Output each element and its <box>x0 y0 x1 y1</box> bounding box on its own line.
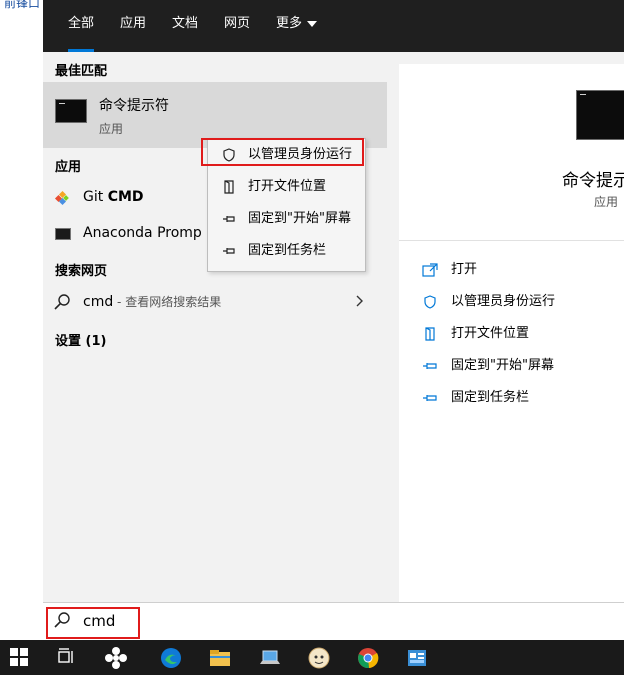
search-icon <box>53 611 71 629</box>
search-icon <box>53 293 71 311</box>
section-best-match: 最佳匹配 <box>55 64 108 79</box>
search-input[interactable]: cmd <box>83 612 115 630</box>
search-bar: cmd <box>43 602 624 640</box>
best-match-title: 命令提示符 <box>99 98 169 114</box>
section-settings[interactable]: 设置 (1) <box>55 330 106 349</box>
tab-documents[interactable]: 文档 <box>172 0 198 52</box>
context-pin-to-taskbar[interactable]: 固定到任务栏 <box>208 237 365 265</box>
background-window-text: 前锋口 <box>4 0 41 10</box>
fan-app-icon[interactable] <box>105 647 127 669</box>
preview-divider <box>399 240 624 241</box>
folder-open-icon <box>422 327 438 341</box>
tab-all[interactable]: 全部 <box>68 0 95 52</box>
chrome-icon[interactable] <box>357 647 379 669</box>
preview-action-run-as-admin-label: 以管理员身份运行 <box>451 294 556 309</box>
tab-apps[interactable]: 应用 <box>120 0 146 52</box>
file-explorer-icon[interactable] <box>209 647 231 669</box>
laptop-app-icon[interactable] <box>259 647 281 669</box>
web-search-item[interactable]: cmd - 查看网络搜索结果 <box>43 288 387 316</box>
pin-icon <box>422 391 438 405</box>
command-prompt-icon <box>55 99 87 123</box>
app-label-git-cmd-bold: CMD <box>107 189 144 205</box>
pin-icon <box>222 212 236 226</box>
app-label-git-cmd: Git CMD <box>83 189 144 205</box>
tab-more-label: 更多 <box>276 16 303 31</box>
pin-icon <box>222 244 236 258</box>
tab-documents-label: 文档 <box>172 16 199 31</box>
best-match-subtitle: 应用 <box>99 122 124 136</box>
folder-open-icon <box>222 180 236 194</box>
app-label-git-cmd-prefix: Git <box>83 189 108 205</box>
tab-more[interactable]: 更多 <box>276 0 318 52</box>
context-pin-to-start-label: 固定到"开始"屏幕 <box>248 211 351 226</box>
section-apps: 应用 <box>55 160 82 175</box>
section-web-search: 搜索网页 <box>55 264 108 279</box>
preview-subtitle: 应用 <box>594 195 619 209</box>
chevron-down-icon <box>307 20 318 27</box>
control-panel-icon[interactable] <box>406 647 428 669</box>
preview-action-pin-to-start-label: 固定到"开始"屏幕 <box>451 358 554 373</box>
context-run-as-admin[interactable]: 以管理员身份运行 <box>208 141 365 169</box>
context-open-file-location[interactable]: 打开文件位置 <box>208 173 365 201</box>
context-pin-to-start[interactable]: 固定到"开始"屏幕 <box>208 205 365 233</box>
edge-icon[interactable] <box>160 647 182 669</box>
tab-web[interactable]: 网页 <box>224 0 250 52</box>
tab-apps-label: 应用 <box>120 16 147 31</box>
background-window: 前锋口 <box>0 0 44 640</box>
app-label-anaconda-prompt: Anaconda Promp <box>83 225 202 241</box>
terminal-icon <box>55 228 71 240</box>
tab-all-label: 全部 <box>68 16 95 31</box>
task-view-icon[interactable] <box>57 647 79 669</box>
shield-icon <box>422 295 438 309</box>
web-search-query: cmd <box>83 294 114 310</box>
web-search-suffix: - 查看网络搜索结果 <box>113 295 222 309</box>
context-menu: 以管理员身份运行 打开文件位置 固定到"开始"屏幕 固定到任务栏 <box>207 138 366 272</box>
open-icon <box>422 263 438 277</box>
avatar-app-icon[interactable] <box>308 647 330 669</box>
preview-action-open-file-location-label: 打开文件位置 <box>451 326 530 341</box>
context-run-as-admin-label: 以管理员身份运行 <box>248 147 353 162</box>
preview-title: 命令提示 <box>562 171 624 191</box>
git-icon <box>54 190 70 206</box>
context-open-file-location-label: 打开文件位置 <box>248 179 327 194</box>
preview-action-pin-to-taskbar-label: 固定到任务栏 <box>451 390 530 405</box>
preview-action-open-label: 打开 <box>451 262 478 277</box>
web-search-text: cmd - 查看网络搜索结果 <box>83 293 221 310</box>
shield-icon <box>222 148 236 162</box>
tab-web-label: 网页 <box>224 16 251 31</box>
pin-icon <box>422 359 438 373</box>
chevron-right-icon[interactable] <box>355 294 365 308</box>
command-prompt-large-icon <box>576 90 624 140</box>
context-pin-to-taskbar-label: 固定到任务栏 <box>248 243 327 258</box>
windows-start-icon[interactable] <box>9 647 31 669</box>
